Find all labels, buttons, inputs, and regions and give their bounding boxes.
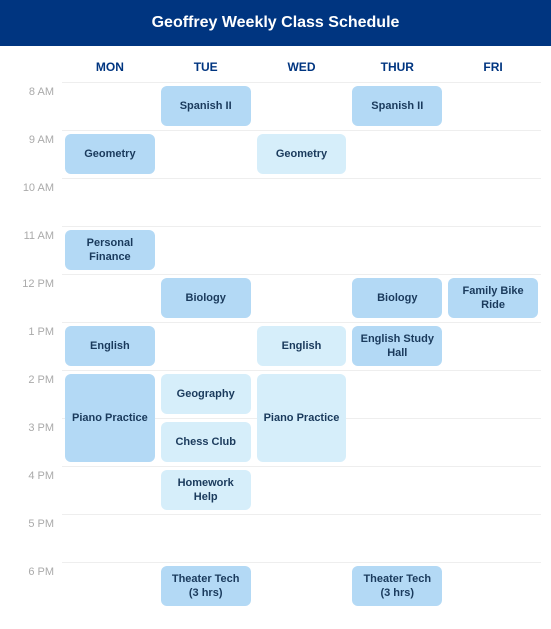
time-label-5pm: 5 PM bbox=[10, 514, 62, 562]
time-label-1pm: 1 PM bbox=[10, 322, 62, 370]
grid-body: 8 AM9 AM10 AM11 AM12 PM1 PM2 PM3 PM4 PM5… bbox=[10, 82, 541, 578]
time-label-9am: 9 AM bbox=[10, 130, 62, 178]
header: Geoffrey Weekly Class Schedule bbox=[0, 0, 551, 46]
day-fri: FRI bbox=[445, 56, 541, 78]
time-label-2pm: 2 PM bbox=[10, 370, 62, 418]
day-wed: WED bbox=[254, 56, 350, 78]
time-label-6pm: 6 PM bbox=[10, 562, 62, 578]
time-label-10am: 10 AM bbox=[10, 178, 62, 226]
day-mon: MON bbox=[62, 56, 158, 78]
time-label-3pm: 3 PM bbox=[10, 418, 62, 466]
page-title: Geoffrey Weekly Class Schedule bbox=[152, 14, 400, 31]
days-header: MON TUE WED THUR FRI bbox=[10, 56, 541, 78]
time-label-8am: 8 AM bbox=[10, 82, 62, 130]
day-thur: THUR bbox=[349, 56, 445, 78]
day-tue: TUE bbox=[158, 56, 254, 78]
schedule-container: MON TUE WED THUR FRI 8 AM9 AM10 AM11 AM1… bbox=[0, 46, 551, 588]
time-label-12pm: 12 PM bbox=[10, 274, 62, 322]
time-label-11am: 11 AM bbox=[10, 226, 62, 274]
time-label-4pm: 4 PM bbox=[10, 466, 62, 514]
